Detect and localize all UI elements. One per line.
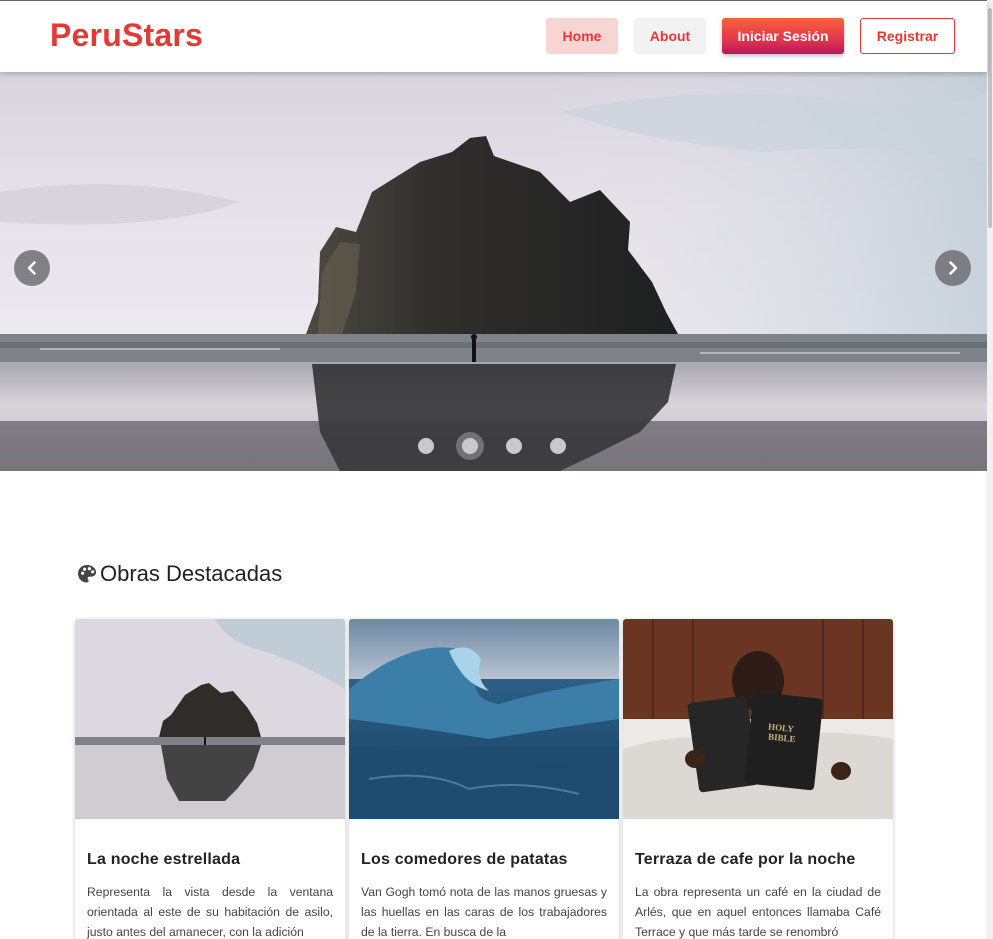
- artwork-image-wave: [349, 619, 619, 819]
- chevron-left-icon: [27, 261, 36, 275]
- scrollbar-thumb[interactable]: [988, 8, 992, 228]
- featured-section-title: Obras Destacadas: [76, 561, 282, 587]
- home-button[interactable]: Home: [546, 18, 618, 54]
- slider-next-button[interactable]: [935, 250, 971, 286]
- artwork-card[interactable]: Los comedores de patatas Van Gogh tomó n…: [349, 619, 619, 939]
- slider-dot-4[interactable]: [550, 438, 566, 454]
- top-navbar: PeruStars Home About Iniciar Sesión Regi…: [0, 0, 987, 72]
- card-title: La noche estrellada: [87, 851, 241, 868]
- hero-carousel: [0, 72, 987, 471]
- artwork-card[interactable]: La noche estrellada Representa la vista …: [75, 619, 345, 939]
- slider-dot-1[interactable]: [418, 438, 434, 454]
- card-description: La obra representa un café en la ciudad …: [635, 885, 881, 939]
- slider-dots: [0, 421, 987, 471]
- card-description: Van Gogh tomó nota de las manos gruesas …: [361, 885, 607, 939]
- register-button[interactable]: Registrar: [860, 18, 955, 54]
- card-title: Terraza de cafe por la noche: [635, 851, 856, 868]
- slide-image-rock-beach: [0, 72, 987, 471]
- featured-title-text: Obras Destacadas: [100, 561, 283, 586]
- login-button[interactable]: Iniciar Sesión: [722, 18, 844, 54]
- artwork-card[interactable]: HOLY BIBLE Terraza de cafe por la noche …: [623, 619, 893, 939]
- card-title: Los comedores de patatas: [361, 851, 568, 868]
- slider-dot-3[interactable]: [506, 438, 522, 454]
- artwork-image-reader: HOLY BIBLE: [623, 619, 893, 819]
- artwork-image-rock: [75, 619, 345, 819]
- slider-dot-2[interactable]: [456, 432, 484, 460]
- about-button[interactable]: About: [634, 18, 706, 54]
- slider-prev-button[interactable]: [14, 250, 50, 286]
- card-description: Representa la vista desde la ventana ori…: [87, 885, 333, 939]
- chevron-right-icon: [949, 261, 958, 275]
- brand-logo[interactable]: PeruStars: [50, 17, 203, 54]
- page-scrollbar[interactable]: [987, 0, 993, 939]
- palette-icon: [78, 565, 96, 583]
